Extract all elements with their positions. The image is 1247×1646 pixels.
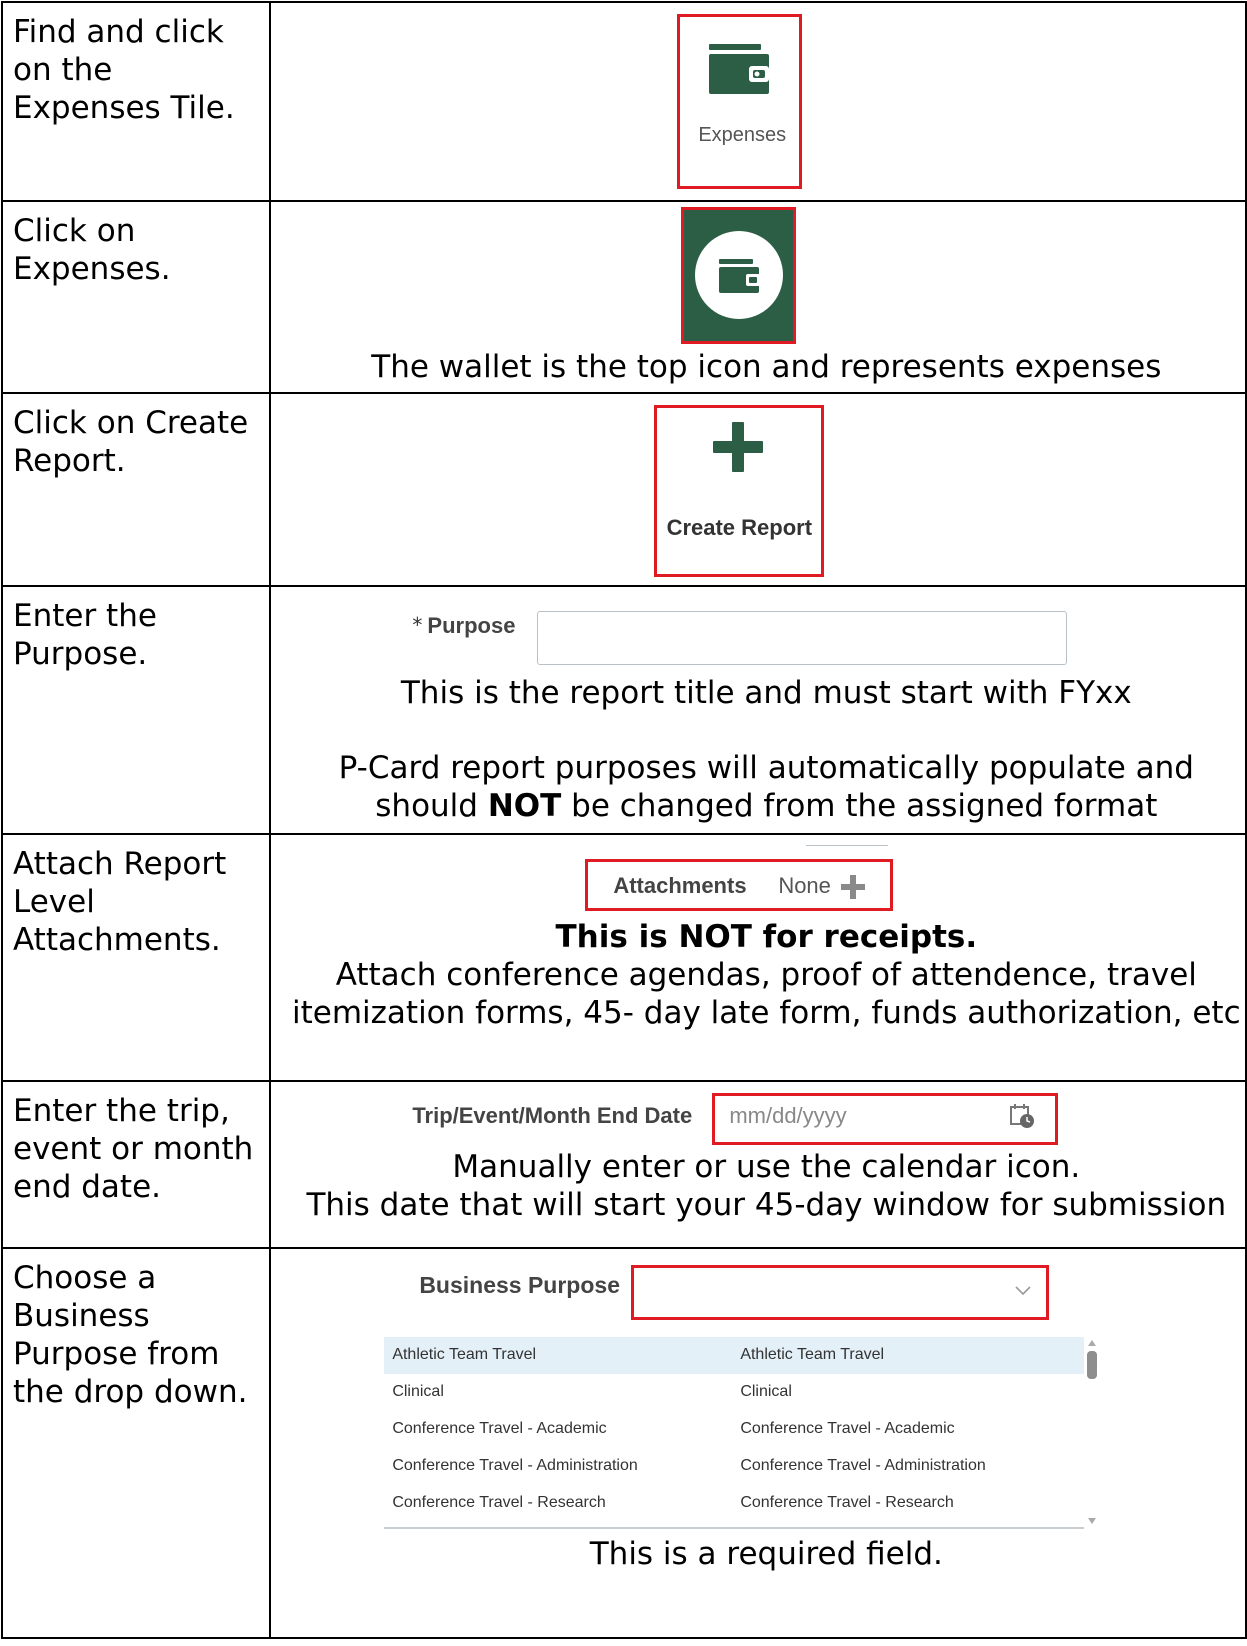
caption-bold-text: NOT (487, 788, 562, 824)
list-item[interactable]: Clinical Clinical (384, 1374, 1084, 1411)
step-row-business-purpose: Choose a Business Purpose from the drop … (0, 1247, 1247, 1639)
attachments-value: None (778, 873, 831, 898)
step-row-attachments: Attach Report Level Attachments. Attachm… (0, 833, 1247, 1082)
option-description: Conference Travel - Academic (740, 1420, 955, 1437)
step-row-purpose: Enter the Purpose. * Purpose This is the… (0, 585, 1247, 835)
caption-text: be changed from the assigned format (561, 788, 1158, 824)
option-description: Conference Travel - Administration (740, 1457, 986, 1474)
end-date-caption-2: This date that will start your 45-day wi… (306, 1187, 1227, 1223)
list-item[interactable]: Conference Travel - Administration Confe… (384, 1448, 1084, 1485)
calendar-icon[interactable] (1009, 1103, 1035, 1129)
end-date-placeholder: mm/dd/yyyy (729, 1103, 847, 1128)
option-meaning: Athletic Team Travel (392, 1346, 537, 1363)
purpose-label-text: Purpose (427, 613, 516, 638)
expenses-tile-label[interactable]: Expenses (698, 124, 786, 147)
option-description: Clinical (740, 1383, 792, 1400)
step-instruction: Choose a Business Purpose from the drop … (0, 1247, 272, 1639)
list-item[interactable]: Conference Travel - Academic Conference … (384, 1411, 1084, 1448)
step-row-expenses-tile: Find and click on the Expenses Tile. Exp… (0, 1, 1247, 202)
pcard-caption-line1: P-Card report purposes will automaticall… (338, 750, 1194, 786)
list-item[interactable]: Conference Travel - Research Conference … (384, 1485, 1084, 1522)
option-meaning: Clinical (392, 1383, 444, 1400)
step-visual: Create Report (269, 392, 1247, 587)
attachments-caption: Attach conference agendas, proof of atte… (292, 957, 1241, 1031)
business-purpose-dropdown-list: Athletic Team Travel Athletic Team Trave… (384, 1337, 1101, 1530)
step-visual: Expenses (269, 1, 1247, 202)
attachments-label: Attachments (613, 873, 747, 898)
step-instruction: Enter the Purpose. (0, 585, 272, 835)
scroll-up-icon[interactable] (1087, 1339, 1097, 1347)
step-instruction: Enter the trip, event or month end date. (0, 1080, 272, 1249)
option-description: Conference Travel - Research (740, 1494, 954, 1511)
purpose-input[interactable] (537, 611, 1068, 665)
purpose-caption: This is the report title and must start … (400, 675, 1132, 711)
business-purpose-caption: This is a required field. (589, 1536, 943, 1572)
add-attachment-icon[interactable] (841, 875, 866, 899)
instruction-table: Find and click on the Expenses Tile. Exp… (0, 1, 1247, 1639)
caption-text: should (375, 788, 488, 824)
list-bottom-border (384, 1527, 1085, 1529)
option-description: Athletic Team Travel (740, 1346, 885, 1363)
required-marker: * (412, 613, 423, 637)
not-receipts-note: This is NOT for receipts. (555, 919, 978, 955)
scrollbar-thumb[interactable] (1087, 1351, 1098, 1379)
pcard-caption-line2: should NOT be changed from the assigned … (271, 787, 1247, 825)
step-caption: The wallet is the top icon and represent… (371, 349, 1162, 385)
step-instruction: Find and click on the Expenses Tile. (0, 1, 272, 202)
business-purpose-select[interactable] (631, 1265, 1050, 1320)
option-meaning: Conference Travel - Academic (392, 1420, 607, 1437)
step-row-create-report: Click on Create Report. Create Report (0, 392, 1247, 587)
highlight-box (677, 14, 803, 189)
option-meaning: Conference Travel - Administration (392, 1457, 638, 1474)
end-date-label: Trip/Event/Month End Date (412, 1103, 693, 1128)
plus-icon (713, 422, 764, 472)
step-instruction: Click on Expenses. (0, 200, 272, 394)
end-date-caption-1: Manually enter or use the calendar icon. (452, 1149, 1081, 1185)
wallet-circle-icon (695, 231, 784, 319)
expenses-nav-button[interactable] (681, 207, 797, 344)
step-visual: Business Purpose Athletic Team Travel At… (269, 1247, 1247, 1639)
list-item[interactable]: Athletic Team Travel Athletic Team Trave… (384, 1337, 1085, 1374)
step-visual: * Purpose This is the report title and m… (269, 585, 1247, 835)
step-visual: Attachments None This is NOT for receipt… (269, 833, 1247, 1082)
purpose-label: * Purpose (412, 613, 515, 639)
step-instruction: Click on Create Report. (0, 392, 272, 587)
step-visual: Trip/Event/Month End Date mm/dd/yyyy Man… (269, 1080, 1247, 1249)
chevron-down-icon (1015, 1286, 1031, 1296)
step-visual: The wallet is the top icon and represent… (269, 200, 1247, 394)
business-purpose-label: Business Purpose (419, 1272, 620, 1298)
step-row-expenses-icon: Click on Expenses. The wallet is the top… (0, 200, 1247, 394)
wallet-icon[interactable] (709, 44, 770, 94)
scrollbar[interactable] (1084, 1337, 1100, 1527)
option-meaning: Conference Travel - Research (392, 1494, 606, 1511)
divider (806, 845, 889, 846)
step-instruction: Attach Report Level Attachments. (0, 833, 272, 1082)
scroll-down-icon[interactable] (1087, 1517, 1097, 1525)
step-row-end-date: Enter the trip, event or month end date.… (0, 1080, 1247, 1249)
create-report-label: Create Report (666, 515, 813, 540)
